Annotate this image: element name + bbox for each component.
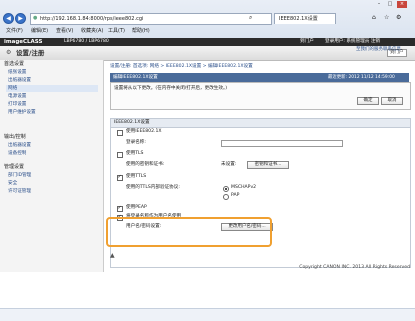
sidebar-item-paper[interactable]: 纸张设置 (8, 69, 26, 76)
forward-arrow-icon[interactable]: ▶ (15, 13, 26, 24)
address-text: http://192.168.1.84:8000/rps/ieee802.cgi (40, 16, 144, 22)
tls-key-label: 使用的密钥和证书: (126, 162, 165, 167)
sidebar-group-title: 输出/控制 (4, 134, 26, 140)
last-updated: 最近更新: 2012 11/12 14:59:00 (328, 75, 395, 80)
use-ieee-label: 使用IEEE802.1X (126, 129, 162, 134)
info-text: 设置将从以下更改。(在内存中关闭/打开后，更改生效。) (114, 86, 228, 91)
section-title: IEEE802.1X设置 (114, 120, 150, 125)
sidebar-item-license[interactable]: 许可证管理 (8, 188, 31, 195)
page-icon: ● (33, 15, 38, 21)
sidebar-item-output-ctrl[interactable]: 出纸器设置 (8, 142, 31, 149)
use-tls-checkbox[interactable] (117, 152, 123, 158)
app-header: imageCLASS LBP6780 / LBP6780 到门户 登录用户: 系… (0, 38, 415, 46)
back-arrow-icon[interactable]: ◀ (3, 13, 14, 24)
pap-radio[interactable] (223, 194, 229, 200)
login-name-label: 登录名称: (126, 140, 146, 145)
sidebar-item-power[interactable]: 电源设置 (8, 93, 26, 100)
home-icon[interactable]: ⌂ (372, 14, 376, 21)
use-peap-label: 使用PEAP (126, 205, 147, 210)
search-icon[interactable]: ⌕ (249, 14, 252, 22)
sidebar-item-print[interactable]: 打印设置 (8, 101, 26, 108)
footer: Copyright CANON INC. 2013 All Rights Res… (299, 265, 410, 270)
sidebar-item-output[interactable]: 出纸器设置 (8, 77, 31, 84)
menu-help[interactable]: 帮助(H) (132, 27, 150, 35)
browser-chrome: ◀ ▶ ● http://192.168.1.84:8000/rps/ieee8… (0, 0, 415, 39)
cancel-button[interactable]: 取消 (381, 97, 403, 105)
page-header-title: 编辑IEEE802.1X设置 (113, 75, 158, 80)
info-box: 设置将从以下更改。(在内存中关闭/打开后，更改生效。) 确定 取消 (110, 82, 411, 110)
use-tls-label: 使用TLS (126, 151, 144, 156)
contact-link[interactable]: 至我们的服务联系信息 (356, 47, 401, 53)
model-name: LBP6780 / LBP6780 (64, 39, 109, 44)
title-bar: ⚙ 设置/注册 到门户 至我们的服务联系信息 (0, 46, 415, 61)
menu-file[interactable]: 文件(F) (6, 27, 23, 35)
nav-portal-link[interactable]: 到门户 (300, 38, 314, 46)
sidebar-item-device-ctrl[interactable]: 设备控制 (8, 150, 26, 157)
close-icon[interactable]: × (397, 1, 407, 8)
ok-button[interactable]: 确定 (357, 97, 379, 105)
menu-favorites[interactable]: 收藏夹(A) (81, 27, 103, 35)
breadcrumb[interactable]: 设置/注册: 首选项: 网络 > IEEE802.1X设置 > 编辑IEEE80… (110, 63, 253, 70)
mschapv2-radio[interactable] (223, 186, 229, 192)
page-header-bar: 编辑IEEE802.1X设置 最近更新: 2012 11/12 14:59:00 (110, 73, 409, 82)
sidebar: 首选设置 纸张设置 出纸器设置 网络 电源设置 打印设置 用户维护设置 输出/控… (0, 60, 104, 272)
sidebar-group-title: 首选设置 (4, 61, 25, 67)
menu-bar: 文件(F) 编辑(E) 查看(V) 收藏夹(A) 工具(T) 帮助(H) (0, 25, 415, 37)
use-ttls-checkbox[interactable] (117, 174, 123, 181)
gear-icon[interactable]: ⚙ (396, 14, 401, 21)
sidebar-item-network[interactable]: 网络 (6, 85, 98, 92)
sidebar-item-security[interactable]: 安全 (8, 180, 17, 187)
minimize-icon[interactable]: – (374, 1, 384, 8)
mschapv2-label: MSCHAPv2 (231, 185, 257, 190)
page-title: 设置/注册 (16, 49, 45, 57)
sidebar-group-title: 管理设置 (4, 164, 25, 170)
ttls-protocol-label: 使用的TTLS内部验证协议: (126, 185, 180, 190)
star-icon[interactable]: ☆ (384, 14, 389, 21)
menu-view[interactable]: 查看(V) (56, 27, 73, 35)
highlight-frame (106, 217, 272, 247)
browser-tab[interactable]: IEEE802.1X设置 (274, 13, 336, 24)
menu-tools[interactable]: 工具(T) (108, 27, 125, 35)
user-info[interactable]: 登录用户: 系统管理员 注销 (325, 38, 380, 46)
address-bar[interactable]: ● http://192.168.1.84:8000/rps/ieee802.c… (30, 13, 272, 25)
tls-key-value: 未设置: (221, 162, 237, 167)
use-ttls-label: 使用TTLS (126, 174, 147, 179)
login-name-field[interactable] (221, 140, 343, 147)
brand-name: imageCLASS (4, 39, 43, 45)
settings-icon: ⚙ (6, 49, 12, 56)
status-bar (0, 308, 415, 321)
maximize-icon[interactable]: □ (385, 1, 395, 8)
tab-title: IEEE802.1X设置 (279, 16, 318, 22)
use-peap-checkbox[interactable] (117, 205, 123, 212)
scroll-top-icon[interactable]: ▲ (110, 252, 115, 259)
use-ieee-checkbox[interactable] (117, 130, 123, 136)
sidebar-item-dept-id[interactable]: 部门ID管理 (8, 172, 31, 179)
menu-edit[interactable]: 编辑(E) (31, 27, 48, 35)
sidebar-item-user-maint[interactable]: 用户维护设置 (8, 109, 36, 116)
pap-label: PAP (231, 193, 240, 198)
key-certificate-button[interactable]: 密钥和证书... (247, 161, 289, 169)
